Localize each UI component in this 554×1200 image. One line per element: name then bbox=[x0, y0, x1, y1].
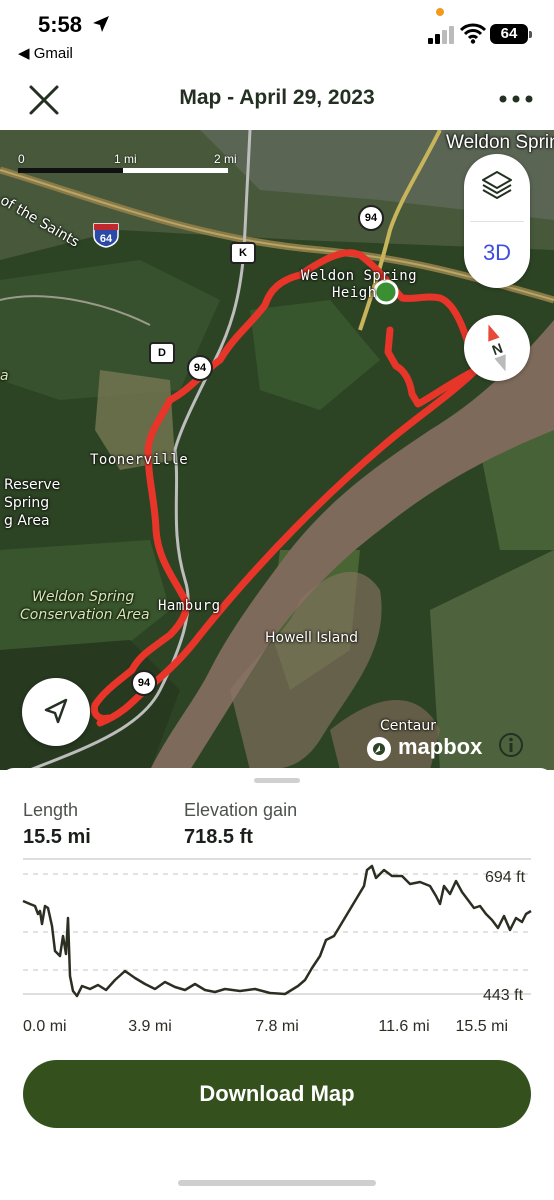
elevation-gain-label: Elevation gain bbox=[184, 800, 298, 820]
start-marker bbox=[373, 279, 399, 305]
recenter-location-button[interactable] bbox=[22, 678, 90, 746]
map-label-hamburg: Hamburg bbox=[158, 598, 221, 614]
map-view[interactable]: 0 1 mi 2 mi Weldon Spring e of the Saint… bbox=[0, 130, 554, 770]
sheet-grabber[interactable] bbox=[254, 778, 300, 783]
x-axis-label: 7.8 mi bbox=[255, 1018, 299, 1035]
route-94-shield: 94 bbox=[358, 205, 384, 231]
map-scale-bar: 0 1 mi 2 mi bbox=[18, 152, 248, 182]
interstate-shield-icon: 64 bbox=[93, 223, 119, 248]
map-label-weldon-spring: Weldon Spring bbox=[446, 132, 554, 153]
recording-indicator-icon bbox=[436, 8, 444, 16]
x-axis-label: 3.9 mi bbox=[128, 1018, 172, 1035]
map-label-spring: Spring bbox=[4, 495, 50, 511]
length-value: 15.5 mi bbox=[23, 826, 91, 848]
compass-icon: N bbox=[488, 324, 506, 372]
status-time: 5:58 bbox=[38, 12, 83, 37]
scale-bar-graphic bbox=[18, 168, 228, 173]
layers-icon[interactable] bbox=[480, 168, 514, 202]
elevation-profile-chart: 694 ft 443 ft 0.0 mi 3.9 mi 7.8 mi 11.6 … bbox=[22, 858, 532, 1035]
battery-icon: 64 bbox=[490, 24, 532, 44]
compass-button[interactable]: N bbox=[464, 315, 530, 381]
map-label-centaur: Centaur bbox=[380, 718, 436, 734]
interstate-number: 64 bbox=[100, 233, 113, 245]
cellular-signal-icon bbox=[428, 26, 454, 44]
map-label-conservation-area: Conservation Area bbox=[20, 607, 150, 623]
elevation-gain-value: 718.5 ft bbox=[184, 826, 253, 848]
length-label: Length bbox=[23, 800, 79, 820]
y-axis-min-label: 443 ft bbox=[483, 987, 524, 1004]
x-axis-label: 11.6 mi bbox=[378, 1018, 429, 1035]
scale-label-mid: 1 mi bbox=[114, 152, 137, 166]
download-map-button[interactable]: Download Map bbox=[23, 1060, 531, 1128]
wifi-icon bbox=[460, 23, 486, 44]
map-label-reserve: Reserve bbox=[4, 477, 61, 493]
map-label-edge: a bbox=[0, 368, 9, 384]
y-axis-max-label: 694 ft bbox=[485, 869, 526, 886]
map-label-heights: Heigh bbox=[332, 285, 377, 301]
navigation-arrow-icon bbox=[44, 698, 68, 724]
route-94-shield: 94 bbox=[131, 670, 157, 696]
control-divider bbox=[470, 221, 524, 222]
back-to-app-link[interactable]: ◀ Gmail bbox=[18, 44, 73, 62]
page-title: Map - April 29, 2023 bbox=[179, 86, 375, 109]
mapbox-label: mapbox bbox=[398, 734, 483, 759]
more-options-icon[interactable] bbox=[498, 94, 534, 104]
map-control-group: 3D bbox=[464, 154, 530, 288]
x-axis-label: 15.5 mi bbox=[456, 1018, 508, 1035]
scale-label-end: 2 mi bbox=[214, 152, 237, 166]
map-label-howell-island: Howell Island bbox=[265, 630, 359, 646]
route-d-shield: D bbox=[149, 342, 175, 364]
map-label-weldon-spring-heights: Weldon Spring bbox=[301, 268, 418, 284]
home-indicator[interactable] bbox=[178, 1180, 376, 1186]
route-k-shield: K bbox=[230, 242, 256, 264]
map-label-area: g Area bbox=[4, 513, 50, 529]
svg-text:N: N bbox=[490, 340, 505, 358]
details-sheet: Length 15.5 mi Elevation gain 718.5 ft 6… bbox=[0, 768, 554, 1200]
x-axis-label: 0.0 mi bbox=[23, 1018, 67, 1035]
app-header: Map - April 29, 2023 bbox=[0, 70, 554, 130]
interstate-64-shield: 64 bbox=[92, 222, 120, 248]
map-label-toonerville: Toonerville bbox=[90, 452, 189, 468]
scale-label-start: 0 bbox=[18, 152, 25, 166]
mapbox-logo-icon bbox=[367, 737, 391, 761]
location-arrow-icon bbox=[93, 16, 109, 32]
elevation-line bbox=[22, 864, 532, 998]
info-icon[interactable] bbox=[498, 732, 524, 758]
3d-toggle-button[interactable]: 3D bbox=[464, 240, 530, 266]
map-label-conservation: Weldon Spring bbox=[32, 589, 135, 605]
route-94-shield: 94 bbox=[187, 355, 213, 381]
status-bar: 5:58 ◀ Gmail 64 bbox=[0, 0, 554, 70]
